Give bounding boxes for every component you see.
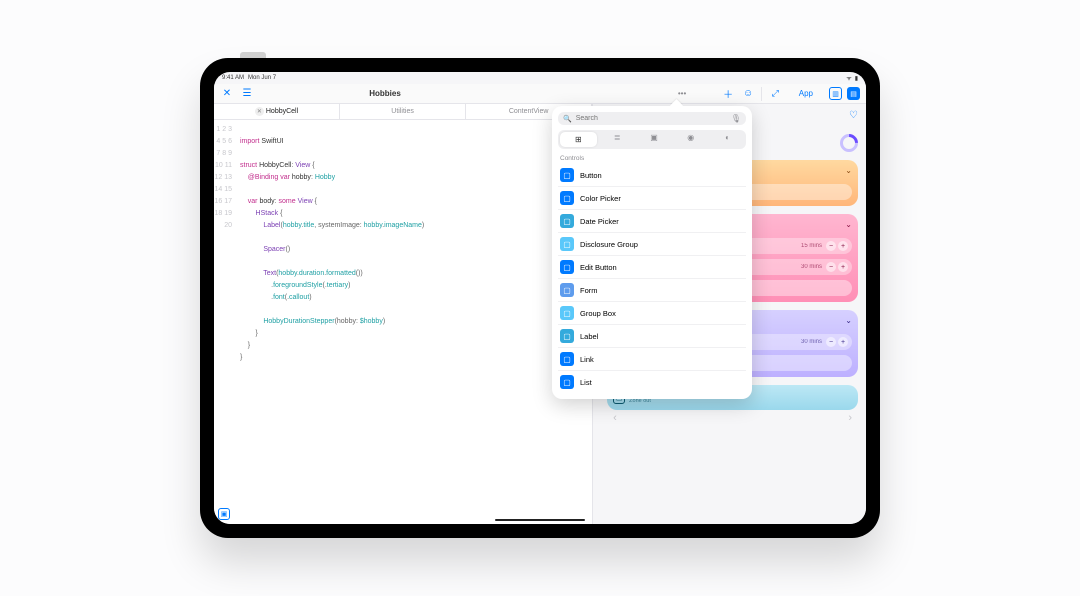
control-icon: ▢	[560, 306, 574, 320]
library-item-label: List	[580, 378, 592, 387]
control-icon: ▢	[560, 352, 574, 366]
tab-hobbycell[interactable]: ✕ HobbyCell	[214, 104, 340, 119]
control-icon: ▢	[560, 214, 574, 228]
tab-utilities[interactable]: Utilities	[340, 104, 466, 119]
wifi-icon: ᯤ	[846, 74, 851, 82]
home-indicator[interactable]	[495, 519, 585, 522]
library-item-label: Link	[580, 355, 594, 364]
chevron-down-icon[interactable]: ⌄	[845, 316, 852, 325]
minus-button[interactable]: −	[826, 241, 836, 251]
document-title: Hobbies	[214, 89, 556, 98]
main-content: ✕ HobbyCell Utilities ContentView 1 2 3 …	[214, 104, 866, 524]
library-item[interactable]: ▢ List	[558, 371, 746, 393]
task-duration: 30 mins	[801, 339, 822, 345]
tab-label: HobbyCell	[266, 108, 298, 115]
library-list: ▢ Button ▢ Color Picker ▢ Date Picker ▢ Disclos…	[558, 164, 746, 393]
favorite-button[interactable]: ♡	[849, 110, 858, 121]
seg-views-icon[interactable]: ⊞	[560, 132, 597, 147]
section-label: Controls	[560, 155, 744, 162]
next-page-button[interactable]: ›	[848, 412, 852, 424]
search-input[interactable]	[576, 115, 727, 122]
plus-button[interactable]: +	[838, 262, 848, 272]
device-selector-button[interactable]: ▤	[847, 87, 860, 100]
seg-modifiers-icon[interactable]: ≣	[599, 130, 636, 149]
control-icon: ▢	[560, 283, 574, 297]
prev-page-button[interactable]: ‹	[613, 412, 617, 424]
library-item[interactable]: ▢ Date Picker	[558, 210, 746, 233]
code-area[interactable]: 1 2 3 4 5 6 7 8 9 10 11 12 13 14 15 16 1…	[214, 120, 592, 524]
screen: 9:41 AM Mon Jun 7 ᯤ ▮ ✕ ☰ Hobbies ••• ＋ …	[214, 72, 866, 524]
library-item[interactable]: ▢ Color Picker	[558, 187, 746, 210]
ellipsis-icon[interactable]: •••	[675, 87, 689, 101]
control-icon: ▢	[560, 191, 574, 205]
canvas-settings-button[interactable]: ▥	[829, 87, 842, 100]
editor-tabs: ✕ HobbyCell Utilities ContentView	[214, 104, 592, 120]
ipad-frame: 9:41 AM Mon Jun 7 ᯤ ▮ ✕ ☰ Hobbies ••• ＋ …	[200, 58, 880, 538]
seg-media-icon[interactable]: ▣	[636, 130, 673, 149]
library-item-label: Button	[580, 171, 602, 180]
task-duration: 15 mins	[801, 243, 822, 249]
code-lines[interactable]: import SwiftUI struct HobbyCell: View { …	[236, 120, 424, 524]
control-icon: ▢	[560, 329, 574, 343]
seg-symbols-icon[interactable]: ◉	[672, 130, 709, 149]
progress-ring-icon	[836, 130, 861, 155]
search-field[interactable]: 🔍 🎙	[558, 112, 746, 125]
library-item-label: Disclosure Group	[580, 240, 638, 249]
plus-button[interactable]: +	[838, 241, 848, 251]
control-icon: ▢	[560, 237, 574, 251]
minus-button[interactable]: −	[826, 262, 836, 272]
preview-app-label[interactable]: App	[799, 89, 813, 98]
run-button[interactable]: ☺	[741, 87, 755, 101]
library-item[interactable]: ▢ Group Box	[558, 302, 746, 325]
search-icon: 🔍	[563, 115, 572, 123]
preview-nav: ‹ ›	[607, 410, 858, 426]
library-item[interactable]: ▢ Label	[558, 325, 746, 348]
control-icon: ▢	[560, 260, 574, 274]
library-item-label: Color Picker	[580, 194, 621, 203]
battery-icon: ▮	[855, 75, 858, 82]
library-item[interactable]: ▢ Link	[558, 348, 746, 371]
library-item[interactable]: ▢ Button	[558, 164, 746, 187]
close-icon[interactable]: ✕	[255, 107, 264, 116]
toolbar: ✕ ☰ Hobbies ••• ＋ ☺ ⤢ App ▥ ▤	[214, 84, 866, 104]
plus-button[interactable]: +	[838, 337, 848, 347]
library-segment[interactable]: ⊞ ≣ ▣ ◉ ◐	[558, 130, 746, 149]
add-library-button[interactable]: ＋	[721, 87, 735, 101]
control-icon: ▢	[560, 168, 574, 182]
control-icon: ▢	[560, 375, 574, 389]
seg-colors-icon[interactable]: ◐	[709, 130, 746, 149]
library-item-label: Edit Button	[580, 263, 617, 272]
library-item-label: Form	[580, 286, 598, 295]
line-gutter: 1 2 3 4 5 6 7 8 9 10 11 12 13 14 15 16 1…	[214, 120, 236, 524]
tab-label: ContentView	[509, 108, 549, 115]
library-item[interactable]: ▢ Form	[558, 279, 746, 302]
status-bar: 9:41 AM Mon Jun 7 ᯤ ▮	[214, 72, 866, 84]
library-popover: 🔍 🎙 ⊞ ≣ ▣ ◉ ◐ Controls ▢ Button ▢ Color Pic…	[552, 106, 752, 399]
status-time: 9:41 AM	[222, 75, 244, 81]
library-item-label: Label	[580, 332, 598, 341]
console-toggle-button[interactable]: ▣	[218, 508, 230, 520]
mic-icon[interactable]: 🎙	[731, 114, 741, 123]
library-item[interactable]: ▢ Disclosure Group	[558, 233, 746, 256]
expand-icon[interactable]: ⤢	[772, 88, 779, 99]
library-item-label: Group Box	[580, 309, 616, 318]
code-editor: ✕ HobbyCell Utilities ContentView 1 2 3 …	[214, 104, 592, 524]
task-duration: 30 mins	[801, 264, 822, 270]
library-item-label: Date Picker	[580, 217, 619, 226]
minus-button[interactable]: −	[826, 337, 836, 347]
status-date: Mon Jun 7	[248, 75, 276, 81]
library-item[interactable]: ▢ Edit Button	[558, 256, 746, 279]
tab-label: Utilities	[391, 108, 414, 115]
